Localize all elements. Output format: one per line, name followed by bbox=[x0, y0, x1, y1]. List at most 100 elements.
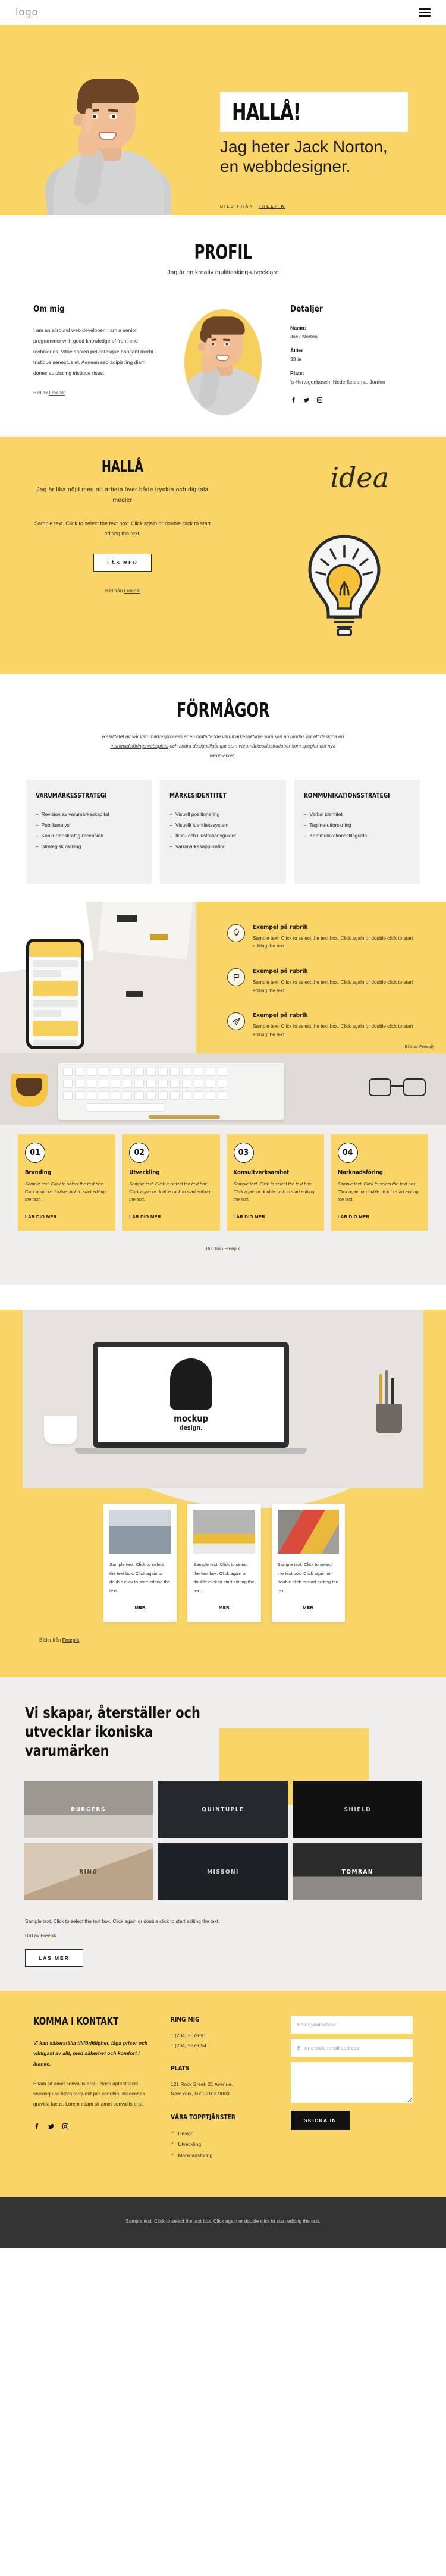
details-heading: Detaljer bbox=[290, 303, 323, 314]
brand-tile[interactable]: RING bbox=[24, 1843, 153, 1901]
step-text: Sample text. Click to select the text bo… bbox=[233, 1181, 315, 1203]
brand-tile-label: SHIELD bbox=[344, 1806, 372, 1813]
service-item: ✓ Design bbox=[171, 2128, 275, 2139]
credit-link[interactable]: Freepik bbox=[49, 390, 65, 396]
skills-subtitle-a: Resultatet av vår varumärkesprocess är e… bbox=[102, 734, 344, 739]
step-text: Sample text. Click to select the text bo… bbox=[25, 1181, 106, 1203]
skill-item: – Visuellt identitetssystem bbox=[169, 820, 276, 830]
skill-card-heading: VARUMÄRKESSTRATEGI bbox=[36, 791, 107, 799]
brand-tile[interactable]: QUINTUPLE bbox=[158, 1781, 288, 1838]
about-text: I am an allround web developer. I am a s… bbox=[33, 327, 153, 376]
hello-lead: Jag är lika nöjd med att arbeta över båd… bbox=[36, 487, 209, 504]
skill-item-label: Revision av varumärkeskapital bbox=[41, 811, 109, 817]
brands-section: Vi skapar, återställer och utvecklar iko… bbox=[0, 1677, 446, 1991]
feature-title: Exempel på rubrik bbox=[253, 968, 308, 975]
skills-subtitle-link[interactable]: marknadsföringswebbplats bbox=[111, 743, 168, 749]
feature-text: Sample text. Click to select the text bo… bbox=[253, 1024, 413, 1037]
twitter-icon[interactable] bbox=[48, 2122, 55, 2133]
gallery-card-text: Sample text. Click to select the text bo… bbox=[109, 1562, 171, 1593]
features-image-credit: Bild av Freepik bbox=[404, 1044, 434, 1049]
credit-prefix: BILD FRÅN bbox=[220, 205, 254, 209]
email-input[interactable] bbox=[290, 2039, 413, 2057]
burger-line bbox=[419, 11, 431, 14]
credit-prefix: Bilder från bbox=[39, 1637, 62, 1643]
lightbulb-icon bbox=[300, 531, 389, 638]
gallery-card: Sample text. Click to select the text bo… bbox=[187, 1504, 261, 1623]
step-link[interactable]: LÄR DIG MER bbox=[25, 1214, 57, 1219]
burger-line bbox=[419, 15, 431, 17]
skill-item-label: Kommunikationsstilsguide bbox=[309, 833, 368, 839]
dash-bullet: – bbox=[169, 811, 172, 817]
step-card: 04 Marknadsföring Sample text. Click to … bbox=[330, 1134, 428, 1231]
brands-cta-button[interactable]: LÄS MER bbox=[25, 1949, 83, 1968]
hamburger-icon[interactable] bbox=[419, 8, 431, 17]
gallery-card-button[interactable]: MER bbox=[193, 1605, 255, 1610]
brand-tile[interactable]: TOMRAN bbox=[293, 1843, 422, 1901]
gallery-card-button[interactable]: MER bbox=[109, 1605, 171, 1610]
facebook-icon[interactable] bbox=[290, 396, 297, 406]
contact-intro-column: KOMMA I KONTAKT Vi kan säkerställa tillf… bbox=[33, 2016, 155, 2161]
steps-section: 01 Branding Sample text. Click to select… bbox=[0, 1053, 446, 1285]
gallery-card-button[interactable]: MER bbox=[278, 1605, 339, 1610]
twitter-icon[interactable] bbox=[303, 396, 310, 406]
feature-text: Sample text. Click to select the text bo… bbox=[253, 980, 413, 993]
credit-link[interactable]: Freepik bbox=[124, 588, 140, 594]
footer-text: Sample text. Click to select the text bo… bbox=[125, 2219, 321, 2224]
landing-page: logo HALLÅ! Jag heter Jack Norton, en we… bbox=[0, 0, 446, 2248]
contact-heading: KOMMA I KONTAKT bbox=[33, 2016, 119, 2028]
address-line-1: 121 Rock Sreet, 21 Avenue, bbox=[171, 2081, 233, 2087]
submit-button[interactable]: SKICKA IN bbox=[290, 2111, 350, 2131]
step-link[interactable]: LÄR DIG MER bbox=[338, 1214, 370, 1219]
dash-bullet: – bbox=[36, 822, 39, 829]
contact-section: KOMMA I KONTAKT Vi kan säkerställa tillf… bbox=[0, 1991, 446, 2197]
skills-subtitle: Resultatet av vår varumärkesprocess är e… bbox=[98, 732, 348, 761]
skill-card: KOMMUNIKATIONSSTRATEGI – Verbal identitet… bbox=[294, 779, 420, 884]
dash-bullet: – bbox=[303, 833, 307, 839]
message-textarea[interactable] bbox=[290, 2062, 413, 2103]
laptop-photo-image: mockup design. bbox=[23, 1310, 423, 1489]
skill-item-label: Varumärkesapplikation bbox=[175, 843, 226, 850]
brand-tile[interactable]: SHIELD bbox=[293, 1781, 422, 1838]
name-input[interactable] bbox=[290, 2016, 413, 2034]
credit-prefix: Bild från bbox=[206, 1246, 225, 1252]
services-heading: VÅRA TOPPTJÄNSTER bbox=[171, 2113, 235, 2121]
dash-bullet: – bbox=[169, 843, 172, 850]
credit-link[interactable]: FREEPIK bbox=[259, 205, 285, 209]
credit-link[interactable]: Freepik bbox=[62, 1637, 79, 1643]
instagram-icon[interactable] bbox=[316, 396, 323, 406]
site-footer: Sample text. Click to select the text bo… bbox=[0, 2197, 446, 2248]
credit-prefix: Bild av bbox=[404, 1043, 419, 1049]
feature-text: Sample text. Click to select the text bo… bbox=[253, 935, 413, 949]
address-line-2: New York, NY 92103-9000 bbox=[171, 2091, 230, 2097]
skill-item: – Tagline-utforskning bbox=[304, 820, 410, 830]
brand-tile-label: QUINTUPLE bbox=[202, 1806, 244, 1813]
step-link[interactable]: LÄR DIG MER bbox=[234, 1214, 266, 1219]
facebook-icon[interactable] bbox=[33, 2122, 40, 2133]
about-heading: Om mig bbox=[33, 303, 65, 314]
skill-item: – Strategisk riktning bbox=[36, 841, 142, 852]
gallery-card: Sample text. Click to select the text bo… bbox=[103, 1504, 177, 1623]
hero-image-credit: BILD FRÅN FREEPIK bbox=[220, 205, 285, 209]
credit-link[interactable]: Freepik bbox=[40, 1933, 56, 1938]
detail-key-place: Plats: bbox=[290, 370, 304, 376]
coffee-cup bbox=[11, 1073, 48, 1107]
hello-image-credit: Bild från Freepik bbox=[33, 588, 212, 594]
step-text: Sample text. Click to select the text bo… bbox=[337, 1181, 419, 1203]
brand-tile[interactable]: MISSONI bbox=[158, 1843, 288, 1901]
brand-tile[interactable]: BURGERS bbox=[24, 1781, 153, 1838]
dash-bullet: – bbox=[303, 822, 307, 829]
logo[interactable]: logo bbox=[15, 7, 38, 18]
service-item: ✓ Marknadsföring bbox=[171, 2150, 275, 2161]
credit-link[interactable]: Freepik bbox=[224, 1246, 240, 1251]
credit-link[interactable]: Freepik bbox=[419, 1044, 434, 1049]
step-number: 01 bbox=[25, 1142, 45, 1163]
place-heading: PLATS bbox=[171, 2064, 190, 2072]
instagram-icon[interactable] bbox=[62, 2122, 69, 2133]
desk-keyboard-image bbox=[0, 1053, 446, 1125]
avatar bbox=[184, 309, 262, 415]
step-link[interactable]: LÄR DIG MER bbox=[129, 1214, 161, 1219]
contact-info-column: RING MIG 1 (234) 567-891 1 (234) 987-654… bbox=[171, 2016, 275, 2161]
skill-item: – Kommunikationsstilsguide bbox=[304, 830, 410, 841]
dash-bullet: – bbox=[169, 833, 172, 839]
hello-cta-button[interactable]: LÄS MER bbox=[93, 554, 152, 572]
